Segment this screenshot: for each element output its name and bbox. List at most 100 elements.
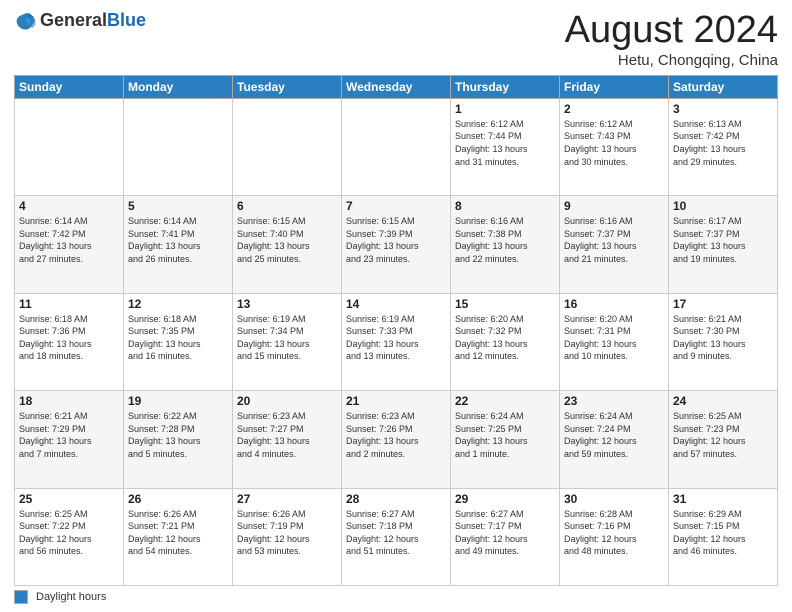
day-info: Sunrise: 6:20 AM Sunset: 7:32 PM Dayligh… [455,313,555,363]
day-info: Sunrise: 6:28 AM Sunset: 7:16 PM Dayligh… [564,508,664,558]
day-cell-3-1: 19 Sunrise: 6:22 AM Sunset: 7:28 PM Dayli… [124,391,233,488]
day-number: 16 [564,297,664,311]
day-number: 5 [128,199,228,213]
day-number: 23 [564,394,664,408]
day-cell-1-2: 6Sunrise: 6:15 AM Sunset: 7:40 PM Daylig… [233,196,342,293]
day-info: Sunrise: 6:21 AM Sunset: 7:30 PM Dayligh… [673,313,773,363]
day-number: 15 [455,297,555,311]
logo-icon [14,10,36,32]
day-info: Sunrise: 6:27 AM Sunset: 7:17 PM Dayligh… [455,508,555,558]
header-sunday: Sunday [15,75,124,98]
day-cell-1-3: 7Sunrise: 6:15 AM Sunset: 7:39 PM Daylig… [342,196,451,293]
day-cell-3-4: 22 Sunrise: 6:24 AM Sunset: 7:25 PM Dayli… [451,391,560,488]
day-info: Sunrise: 6:18 AM Sunset: 7:36 PM Dayligh… [19,313,119,363]
day-cell-3-6: 24 Sunrise: 6:25 AM Sunset: 7:23 PM Dayli… [669,391,778,488]
day-cell-2-2: 13Sunrise: 6:19 AM Sunset: 7:34 PM Dayli… [233,293,342,390]
day-number: 24 [673,394,773,408]
day-info: Sunrise: 6:14 AM Sunset: 7:42 PM Dayligh… [19,215,119,265]
day-number: 4 [19,199,119,213]
logo-blue-text: Blue [107,10,146,30]
day-cell-4-2: 27 Sunrise: 6:26 AM Sunset: 7:19 PM Dayli… [233,488,342,585]
day-info: Sunrise: 6:27 AM Sunset: 7:18 PM Dayligh… [346,508,446,558]
day-info: Sunrise: 6:13 AM Sunset: 7:42 PM Dayligh… [673,118,773,168]
day-cell-2-3: 14 Sunrise: 6:19 AM Sunset: 7:33 PM Dayli… [342,293,451,390]
day-cell-4-5: 30 Sunrise: 6:28 AM Sunset: 7:16 PM Dayli… [560,488,669,585]
day-cell-0-1 [124,98,233,195]
logo: GeneralBlue [14,10,146,32]
day-number: 19 [128,394,228,408]
day-number: 14 [346,297,446,311]
day-number: 29 [455,492,555,506]
logo-general: General [40,10,107,30]
day-number: 27 [237,492,337,506]
week-row-1: 1 Sunrise: 6:12 AM Sunset: 7:44 PM Daylig… [15,98,778,195]
legend-label: Daylight hours [36,591,106,603]
day-number: 30 [564,492,664,506]
day-info: Sunrise: 6:18 AM Sunset: 7:35 PM Dayligh… [128,313,228,363]
month-title: August 2024 [565,10,778,52]
title-block: August 2024 Hetu, Chongqing, China [565,10,778,69]
week-row-3: 11 Sunrise: 6:18 AM Sunset: 7:36 PM Dayli… [15,293,778,390]
day-info: Sunrise: 6:12 AM Sunset: 7:43 PM Dayligh… [564,118,664,168]
day-number: 20 [237,394,337,408]
day-cell-0-0 [15,98,124,195]
day-cell-0-5: 2Sunrise: 6:12 AM Sunset: 7:43 PM Daylig… [560,98,669,195]
day-info: Sunrise: 6:22 AM Sunset: 7:28 PM Dayligh… [128,410,228,460]
day-info: Sunrise: 6:14 AM Sunset: 7:41 PM Dayligh… [128,215,228,265]
day-info: Sunrise: 6:29 AM Sunset: 7:15 PM Dayligh… [673,508,773,558]
footer: Daylight hours [14,590,778,604]
logo-text: GeneralBlue [40,11,146,31]
day-cell-0-2 [233,98,342,195]
day-cell-4-0: 25 Sunrise: 6:25 AM Sunset: 7:22 PM Dayli… [15,488,124,585]
day-number: 17 [673,297,773,311]
day-info: Sunrise: 6:25 AM Sunset: 7:22 PM Dayligh… [19,508,119,558]
day-number: 31 [673,492,773,506]
day-info: Sunrise: 6:24 AM Sunset: 7:24 PM Dayligh… [564,410,664,460]
legend-color-box [14,590,28,604]
week-row-5: 25 Sunrise: 6:25 AM Sunset: 7:22 PM Dayli… [15,488,778,585]
day-info: Sunrise: 6:20 AM Sunset: 7:31 PM Dayligh… [564,313,664,363]
day-number: 6 [237,199,337,213]
header: GeneralBlue August 2024 Hetu, Chongqing,… [14,10,778,69]
day-cell-2-4: 15 Sunrise: 6:20 AM Sunset: 7:32 PM Dayli… [451,293,560,390]
day-number: 10 [673,199,773,213]
day-info: Sunrise: 6:19 AM Sunset: 7:33 PM Dayligh… [346,313,446,363]
day-number: 13 [237,297,337,311]
week-row-2: 4 Sunrise: 6:14 AM Sunset: 7:42 PM Daylig… [15,196,778,293]
day-cell-0-6: 3Sunrise: 6:13 AM Sunset: 7:42 PM Daylig… [669,98,778,195]
day-cell-2-1: 12Sunrise: 6:18 AM Sunset: 7:35 PM Dayli… [124,293,233,390]
day-number: 18 [19,394,119,408]
day-info: Sunrise: 6:21 AM Sunset: 7:29 PM Dayligh… [19,410,119,460]
day-info: Sunrise: 6:12 AM Sunset: 7:44 PM Dayligh… [455,118,555,168]
day-info: Sunrise: 6:26 AM Sunset: 7:19 PM Dayligh… [237,508,337,558]
header-thursday: Thursday [451,75,560,98]
day-number: 22 [455,394,555,408]
day-cell-2-6: 17 Sunrise: 6:21 AM Sunset: 7:30 PM Dayli… [669,293,778,390]
day-info: Sunrise: 6:26 AM Sunset: 7:21 PM Dayligh… [128,508,228,558]
day-info: Sunrise: 6:24 AM Sunset: 7:25 PM Dayligh… [455,410,555,460]
day-cell-2-5: 16 Sunrise: 6:20 AM Sunset: 7:31 PM Dayli… [560,293,669,390]
day-number: 26 [128,492,228,506]
day-number: 1 [455,102,555,116]
day-number: 25 [19,492,119,506]
day-info: Sunrise: 6:15 AM Sunset: 7:39 PM Dayligh… [346,215,446,265]
header-saturday: Saturday [669,75,778,98]
day-number: 9 [564,199,664,213]
day-cell-3-0: 18 Sunrise: 6:21 AM Sunset: 7:29 PM Dayli… [15,391,124,488]
day-number: 11 [19,297,119,311]
day-info: Sunrise: 6:17 AM Sunset: 7:37 PM Dayligh… [673,215,773,265]
day-info: Sunrise: 6:25 AM Sunset: 7:23 PM Dayligh… [673,410,773,460]
day-info: Sunrise: 6:16 AM Sunset: 7:37 PM Dayligh… [564,215,664,265]
day-cell-4-1: 26 Sunrise: 6:26 AM Sunset: 7:21 PM Dayli… [124,488,233,585]
day-cell-3-3: 21Sunrise: 6:23 AM Sunset: 7:26 PM Dayli… [342,391,451,488]
day-cell-4-6: 31 Sunrise: 6:29 AM Sunset: 7:15 PM Dayli… [669,488,778,585]
day-number: 21 [346,394,446,408]
calendar: Sunday Monday Tuesday Wednesday Thursday… [14,75,778,586]
day-cell-1-5: 9 Sunrise: 6:16 AM Sunset: 7:37 PM Daylig… [560,196,669,293]
header-wednesday: Wednesday [342,75,451,98]
page: GeneralBlue August 2024 Hetu, Chongqing,… [0,0,792,612]
day-cell-3-2: 20Sunrise: 6:23 AM Sunset: 7:27 PM Dayli… [233,391,342,488]
day-cell-1-0: 4 Sunrise: 6:14 AM Sunset: 7:42 PM Daylig… [15,196,124,293]
day-cell-4-3: 28Sunrise: 6:27 AM Sunset: 7:18 PM Dayli… [342,488,451,585]
day-cell-0-3 [342,98,451,195]
